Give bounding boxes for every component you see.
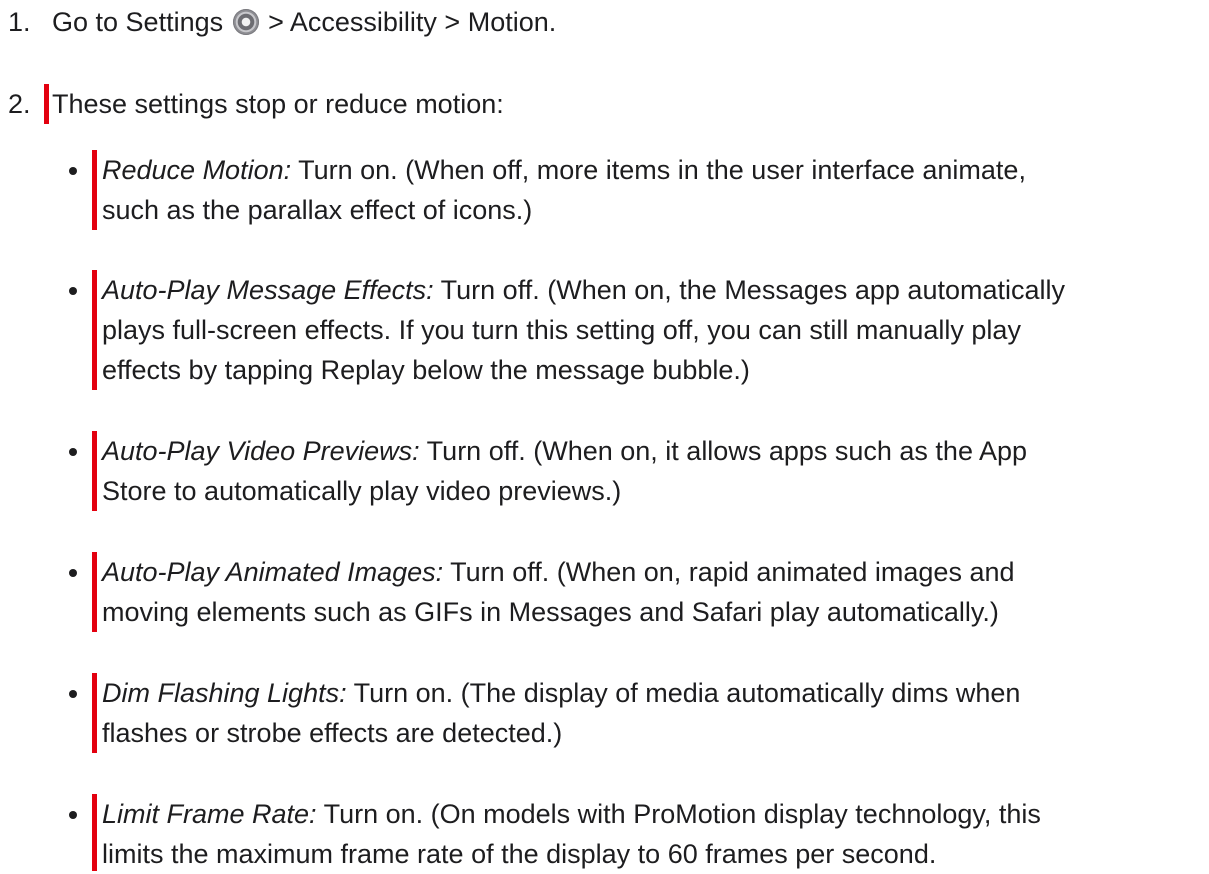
highlight-marker	[92, 150, 97, 230]
list-item-line: such as the parallax effect of icons.)	[102, 195, 533, 225]
list-item: Auto-Play Video Previews: Turn off. (Whe…	[0, 431, 1209, 521]
bullet-dot	[69, 448, 77, 456]
highlight-marker	[44, 84, 49, 124]
bullet-dot	[69, 569, 77, 577]
list-item-line: Dim Flashing Lights: Turn on. (The displ…	[102, 678, 1021, 708]
list-item-text: Auto-Play Video Previews: Turn off. (Whe…	[102, 431, 1202, 511]
highlight-marker	[92, 673, 97, 753]
list-item: Auto-Play Message Effects: Turn off. (Wh…	[0, 270, 1209, 395]
bullet-dot	[69, 287, 77, 295]
setting-name: Reduce Motion:	[102, 155, 292, 185]
setting-name: Limit Frame Rate:	[102, 799, 317, 829]
settings-gear-icon	[232, 9, 259, 35]
list-item-line: effects by tapping Replay below the mess…	[102, 355, 750, 385]
highlight-marker	[92, 552, 97, 632]
list-item-line: Auto-Play Animated Images: Turn off. (Wh…	[102, 557, 1015, 587]
step-text: These settings stop or reduce motion:	[52, 89, 504, 119]
list-item-text: Auto-Play Animated Images: Turn off. (Wh…	[102, 552, 1202, 632]
list-item-line: Auto-Play Video Previews: Turn off. (Whe…	[102, 436, 1028, 466]
setting-name: Auto-Play Video Previews:	[102, 436, 420, 466]
list-item-text: Reduce Motion: Turn on. (When off, more …	[102, 150, 1202, 230]
list-item-text: Dim Flashing Lights: Turn on. (The displ…	[102, 673, 1202, 753]
step-text-after: > Accessibility > Motion.	[260, 7, 557, 37]
setting-name: Auto-Play Message Effects:	[102, 275, 434, 305]
list-item-line: limits the maximum frame rate of the dis…	[102, 839, 937, 869]
list-item: Reduce Motion: Turn on. (When off, more …	[0, 150, 1209, 240]
setting-name: Auto-Play Animated Images:	[102, 557, 444, 587]
list-item-line: Limit Frame Rate: Turn on. (On models wi…	[102, 799, 1041, 829]
highlight-marker	[92, 794, 97, 871]
step-1: 1. Go to Settings > Accessibility > Moti…	[8, 2, 1208, 42]
list-item-line: Auto-Play Message Effects: Turn off. (Wh…	[102, 275, 1065, 305]
list-item: Limit Frame Rate: Turn on. (On models wi…	[0, 794, 1209, 871]
list-item-line: plays full-screen effects. If you turn t…	[102, 315, 1021, 345]
list-item-line: Reduce Motion: Turn on. (When off, more …	[102, 155, 1026, 185]
setting-name: Dim Flashing Lights:	[102, 678, 347, 708]
bullet-dot	[69, 167, 77, 175]
list-item-line: flashes or strobe effects are detected.)	[102, 718, 563, 748]
step-number: 1.	[8, 7, 31, 37]
list-item-line: moving elements such as GIFs in Messages…	[102, 597, 999, 627]
bullet-dot	[69, 811, 77, 819]
highlight-marker	[92, 431, 97, 511]
step-text: Go to Settings > Accessibility > Motion.	[52, 2, 556, 42]
list-item: Auto-Play Animated Images: Turn off. (Wh…	[0, 552, 1209, 642]
list-item-text: Auto-Play Message Effects: Turn off. (Wh…	[102, 270, 1202, 390]
step-number: 2.	[8, 89, 31, 119]
list-item: Dim Flashing Lights: Turn on. (The displ…	[0, 673, 1209, 763]
highlight-marker	[92, 270, 97, 390]
bullet-dot	[69, 690, 77, 698]
step-text-before: Go to Settings	[52, 7, 231, 37]
step-2: 2. These settings stop or reduce motion:	[8, 84, 1208, 124]
list-item-text: Limit Frame Rate: Turn on. (On models wi…	[102, 794, 1202, 874]
list-item-line: Store to automatically play video previe…	[102, 476, 622, 506]
